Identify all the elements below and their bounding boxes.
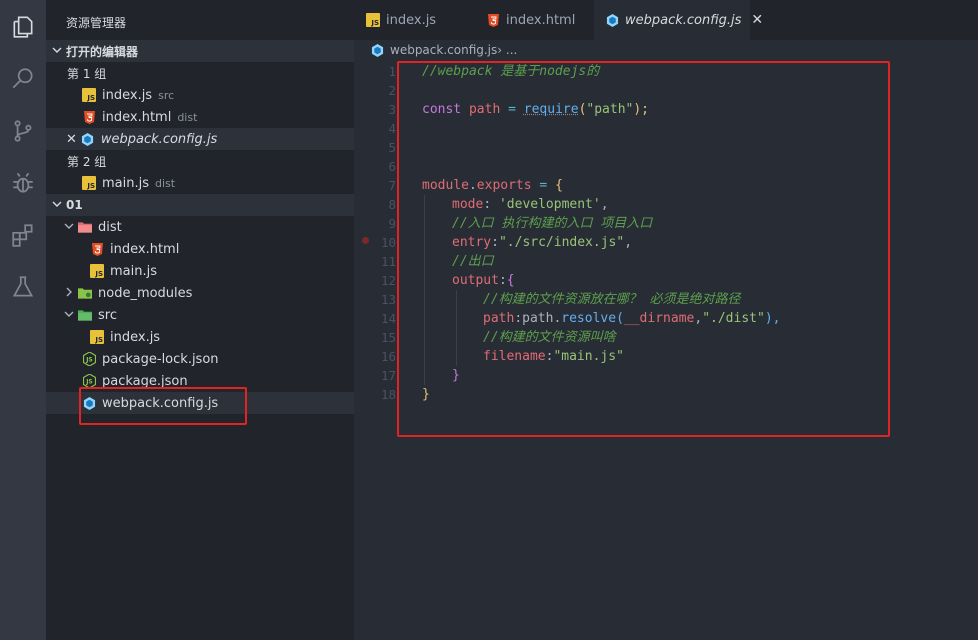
tab-index-html[interactable]: index.html xyxy=(474,0,592,40)
file-path: src xyxy=(158,88,175,102)
file-name: webpack.config.js xyxy=(100,131,218,147)
folder-open-icon xyxy=(78,220,92,234)
webpack-file-icon xyxy=(606,13,619,27)
file-path: dist xyxy=(177,110,198,124)
tab-label: index.html xyxy=(506,12,576,28)
line-number: 5 xyxy=(388,140,396,155)
file-name: index.js xyxy=(110,329,161,345)
line-number: 11 xyxy=(380,254,396,269)
highlight-box-file xyxy=(79,387,247,425)
line-number: 1 xyxy=(388,64,396,79)
editor-tabs: JS index.js index.html webpack.config.js… xyxy=(354,0,978,40)
breadcrumb-file[interactable]: webpack.config.js xyxy=(390,43,497,57)
explorer-icon[interactable] xyxy=(8,12,38,42)
chevron-down-icon xyxy=(52,44,62,58)
webpack-file-icon xyxy=(81,132,95,146)
line-number: 10 xyxy=(380,235,396,250)
line-number: 14 xyxy=(380,311,396,326)
breadcrumb: webpack.config.js › ... xyxy=(354,40,978,60)
chevron-right-icon xyxy=(64,286,74,301)
open-editor-item[interactable]: JS main.js dist xyxy=(46,172,354,194)
tree-folder-dist[interactable]: dist xyxy=(46,216,354,238)
sidebar-title: 资源管理器 xyxy=(66,16,127,30)
line-number: 16 xyxy=(380,349,396,364)
file-name: package-lock.json xyxy=(102,351,219,367)
editor-group-1[interactable]: 第 1 组 xyxy=(46,62,354,84)
testing-icon[interactable] xyxy=(8,272,38,302)
line-number: 13 xyxy=(380,292,396,307)
nodejs-file-icon: JS xyxy=(82,374,96,388)
open-editor-item-active[interactable]: ✕ webpack.config.js xyxy=(46,128,354,150)
file-name: node_modules xyxy=(98,285,193,301)
js-file-icon: JS xyxy=(82,176,96,190)
chevron-down-icon xyxy=(52,198,62,212)
highlight-box-code xyxy=(397,61,890,437)
extensions-icon[interactable] xyxy=(8,220,38,250)
svg-text:JS: JS xyxy=(85,379,93,386)
line-number: 4 xyxy=(388,121,396,136)
folder-node-icon xyxy=(78,286,92,300)
breadcrumb-more[interactable]: › ... xyxy=(497,43,517,57)
close-icon[interactable]: ✕ xyxy=(66,132,77,147)
tab-webpack-config[interactable]: webpack.config.js ✕ xyxy=(594,0,763,40)
line-number: 15 xyxy=(380,330,396,345)
file-name: index.js xyxy=(102,87,153,103)
tree-file[interactable]: index.html xyxy=(46,238,354,260)
js-file-icon: JS xyxy=(366,13,380,27)
debug-icon[interactable] xyxy=(8,168,38,198)
tree-file[interactable]: JS main.js xyxy=(46,260,354,282)
chevron-down-icon xyxy=(64,220,74,235)
js-file-icon: JS xyxy=(82,88,96,102)
open-editors-header[interactable]: 打开的编辑器 xyxy=(46,40,354,62)
line-number: 12 xyxy=(380,273,396,288)
tree-folder-src[interactable]: src xyxy=(46,304,354,326)
group-label: 第 1 组 xyxy=(67,66,107,81)
tab-index-js[interactable]: JS index.js xyxy=(354,0,472,40)
tree-file[interactable]: JS package-lock.json xyxy=(46,348,354,370)
tab-label: index.js xyxy=(386,12,437,28)
html5-file-icon xyxy=(82,110,96,124)
svg-text:JS: JS xyxy=(85,357,93,364)
line-number: 6 xyxy=(388,159,396,174)
file-name: dist xyxy=(98,219,122,235)
search-icon[interactable] xyxy=(8,64,38,94)
file-name: index.html xyxy=(102,109,172,125)
project-folder-label: 01 xyxy=(66,198,83,212)
nodejs-file-icon: JS xyxy=(82,352,96,366)
open-editor-item[interactable]: JS index.js src xyxy=(46,84,354,106)
line-number: 8 xyxy=(388,197,396,212)
line-number: 18 xyxy=(380,387,396,402)
project-folder-header[interactable]: 01 xyxy=(46,194,354,216)
open-editors-label: 打开的编辑器 xyxy=(66,44,139,59)
js-file-icon: JS xyxy=(90,330,104,344)
close-tab-icon[interactable]: ✕ xyxy=(751,12,763,28)
file-name: index.html xyxy=(110,241,180,257)
explorer-sidebar: 资源管理器 打开的编辑器 第 1 组 JS index.js src index… xyxy=(46,0,354,640)
js-file-icon: JS xyxy=(90,264,104,278)
open-editor-item[interactable]: index.html dist xyxy=(46,106,354,128)
source-control-icon[interactable] xyxy=(8,116,38,146)
activity-bar xyxy=(0,0,46,640)
html5-file-icon xyxy=(486,13,500,27)
tab-label: webpack.config.js xyxy=(625,12,742,28)
line-number: 17 xyxy=(380,368,396,383)
line-number: 9 xyxy=(388,216,396,231)
editor-group-2[interactable]: 第 2 组 xyxy=(46,150,354,172)
tree-file[interactable]: JS index.js xyxy=(46,326,354,348)
file-name: main.js xyxy=(102,175,149,191)
folder-src-icon xyxy=(78,308,92,322)
tree-folder-node-modules[interactable]: node_modules xyxy=(46,282,354,304)
html5-file-icon xyxy=(90,242,104,256)
chevron-down-icon xyxy=(64,308,74,323)
webpack-file-icon xyxy=(370,43,384,57)
group-label: 第 2 组 xyxy=(67,154,107,169)
line-number: 7 xyxy=(388,178,396,193)
file-path: dist xyxy=(155,176,176,190)
line-number: 2 xyxy=(388,83,396,98)
file-name: src xyxy=(98,307,117,323)
file-name: main.js xyxy=(110,263,157,279)
line-number: 3 xyxy=(388,102,396,117)
